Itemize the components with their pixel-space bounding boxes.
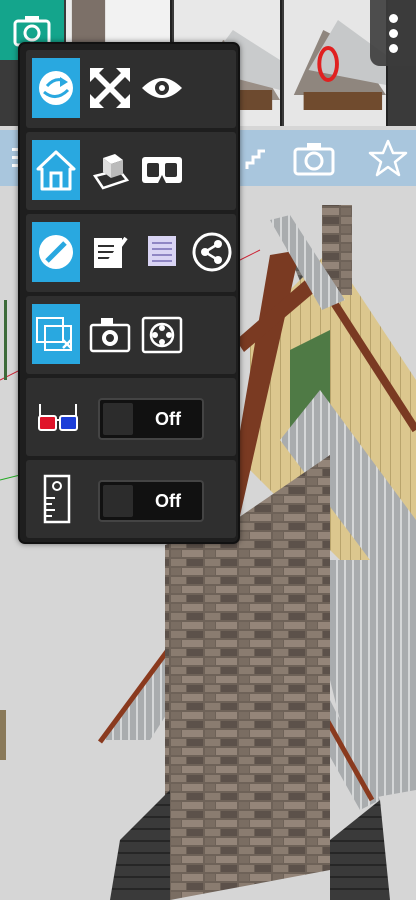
snapshot-icon — [89, 318, 131, 353]
star-icon[interactable] — [366, 136, 410, 180]
box-view-icon — [92, 154, 130, 190]
more-options-button[interactable] — [370, 0, 416, 66]
3d-glasses-icon — [36, 400, 80, 436]
record-button[interactable] — [138, 304, 186, 364]
look-around-button[interactable] — [138, 58, 186, 118]
orbit-icon — [39, 71, 73, 105]
notes-button[interactable] — [86, 222, 134, 282]
clear-scene-icon — [36, 317, 72, 351]
measure-toggle[interactable]: Off — [98, 480, 204, 522]
dot — [388, 43, 398, 53]
layers-button[interactable] — [138, 222, 186, 282]
toggle-knob — [103, 403, 133, 435]
vr-button[interactable] — [138, 140, 186, 200]
app-screen: Off Off — [0, 0, 416, 900]
dot — [388, 28, 398, 38]
tools-menu: Off Off — [18, 42, 240, 544]
share-button[interactable] — [188, 222, 236, 282]
dot — [388, 13, 398, 23]
home-button[interactable] — [32, 140, 80, 200]
share-icon — [192, 232, 232, 272]
menu-row-measure: Off — [26, 460, 236, 538]
home-icon — [36, 150, 76, 191]
box-view-button[interactable] — [86, 140, 134, 200]
toggle-knob — [103, 485, 133, 517]
snapshot-button[interactable] — [86, 304, 134, 364]
menu-row-anaglyph: Off — [26, 378, 236, 456]
zoom-extents-icon — [90, 68, 130, 108]
layers-icon — [148, 236, 176, 266]
notes-icon — [94, 236, 128, 268]
stairs-icon[interactable] — [234, 136, 278, 180]
menu-row-navigation — [26, 50, 236, 128]
menu-row-views — [26, 132, 236, 210]
toggle-state: Off — [155, 491, 181, 511]
no-edit-button[interactable] — [32, 222, 80, 282]
toggle-state: Off — [155, 409, 181, 429]
vr-headset-icon — [142, 157, 182, 183]
no-edit-icon — [39, 235, 73, 269]
camera-icon[interactable] — [292, 136, 336, 180]
orbit-button[interactable] — [32, 58, 80, 118]
menu-row-capture — [26, 296, 236, 374]
zoom-extents-button[interactable] — [86, 58, 134, 118]
measure-icon — [42, 474, 72, 524]
anaglyph-toggle[interactable]: Off — [98, 398, 204, 440]
eye-icon — [142, 78, 182, 98]
record-icon — [141, 316, 183, 354]
clear-scene-button[interactable] — [32, 304, 80, 364]
menu-row-tools — [26, 214, 236, 292]
